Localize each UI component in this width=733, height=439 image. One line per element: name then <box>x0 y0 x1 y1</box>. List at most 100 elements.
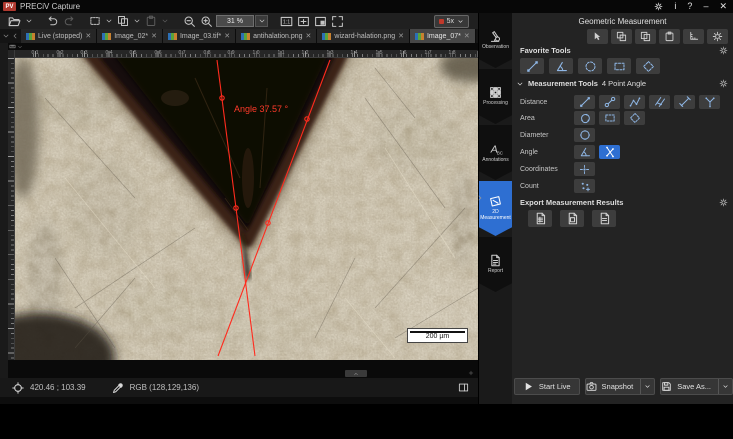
redo-button[interactable] <box>61 14 77 28</box>
distance-branch-tool[interactable] <box>699 95 720 109</box>
crosshair-icon <box>12 382 24 394</box>
fullscreen-button[interactable] <box>329 14 346 28</box>
tab-thumbnail <box>415 33 424 40</box>
export-excel-button[interactable] <box>528 210 552 227</box>
overview-window-button[interactable] <box>312 14 329 28</box>
area-polygon-tool[interactable] <box>574 111 595 125</box>
annotations-icon <box>489 142 503 156</box>
select-region-button[interactable] <box>87 14 103 28</box>
favorite-diamond-tool[interactable] <box>636 58 660 74</box>
tab-image-02[interactable]: Image_02*✕ <box>97 29 163 43</box>
tab-close-icon[interactable]: ✕ <box>151 32 157 40</box>
collapse-panel-button[interactable] <box>345 370 367 377</box>
distance-polyline-tool[interactable] <box>624 95 645 109</box>
angle-4point-tool[interactable] <box>599 145 620 159</box>
area-diamond-tool[interactable] <box>624 111 645 125</box>
angle-3point-tool[interactable] <box>574 145 595 159</box>
start-live-button[interactable]: Start Live <box>514 378 580 395</box>
tab-close-icon[interactable]: ✕ <box>398 32 404 40</box>
processing-grid-icon <box>489 86 502 99</box>
fit-to-window-button[interactable] <box>295 14 312 28</box>
save-as-button[interactable]: Save As... <box>660 378 733 395</box>
tab-thumbnail <box>168 33 177 40</box>
paste-button[interactable] <box>143 14 159 28</box>
distance-point-point-tool[interactable] <box>599 95 620 109</box>
snapshot-button[interactable]: Snapshot <box>585 378 656 395</box>
application-window: PV PRECiV Capture i ? – ✕ 31 % <box>0 0 733 404</box>
tab-scroll-left-icon[interactable] <box>11 32 19 40</box>
specimen-image[interactable]: Angle 37.57 ° 200 µm <box>15 58 478 360</box>
actual-size-button[interactable] <box>278 14 295 28</box>
tab-close-icon[interactable]: ✕ <box>224 32 230 40</box>
diameter-circle-tool[interactable] <box>574 128 595 142</box>
count-tool[interactable] <box>574 179 595 193</box>
favorite-rectangle-tool[interactable] <box>607 58 631 74</box>
measure-copy-button[interactable] <box>611 29 632 44</box>
open-file-chevron-icon[interactable] <box>23 14 35 28</box>
open-file-button[interactable] <box>6 14 23 28</box>
favorite-line-tool[interactable] <box>520 58 544 74</box>
tab-wizard-halation[interactable]: wizard-halation.png✕ <box>317 29 410 43</box>
export-settings-icon[interactable] <box>719 198 728 207</box>
measure-corner-button[interactable] <box>683 29 704 44</box>
paste-chevron-icon[interactable] <box>159 14 171 28</box>
measure-select-button[interactable] <box>587 29 608 44</box>
eyedropper-icon <box>112 382 124 394</box>
side-panel-toggle-icon[interactable] <box>457 382 470 393</box>
zoom-in-button[interactable] <box>198 14 215 28</box>
tab-close-icon[interactable]: ✕ <box>306 32 312 40</box>
export-csv-button[interactable] <box>560 210 584 227</box>
distance-perpendicular-tool[interactable] <box>674 95 695 109</box>
measure-options-button[interactable] <box>707 29 728 44</box>
tab-image-03[interactable]: Image_03.tif*✕ <box>163 29 236 43</box>
nav-2d-measurement[interactable]: 2D Measurement <box>479 181 512 236</box>
measurement-tools-collapse-icon[interactable] <box>516 80 524 88</box>
copy-button[interactable] <box>115 14 131 28</box>
close-button[interactable]: ✕ <box>719 2 727 11</box>
undo-button[interactable] <box>45 14 61 28</box>
tab-image-07[interactable]: Image_07*✕ <box>410 29 476 43</box>
zoom-out-button[interactable] <box>181 14 198 28</box>
info-button[interactable]: i <box>674 2 676 11</box>
favorite-angle-tool[interactable] <box>549 58 573 74</box>
copy-chevron-icon[interactable] <box>131 14 143 28</box>
minimize-button[interactable]: – <box>703 2 708 11</box>
ruler-options-chevron-icon[interactable] <box>17 44 23 50</box>
select-chevron-icon[interactable] <box>103 14 115 28</box>
nav-processing[interactable]: Processing <box>479 69 512 124</box>
viewport-corner-icon[interactable] <box>468 370 474 376</box>
export-file-button[interactable] <box>592 210 616 227</box>
settings-gear-icon[interactable] <box>654 2 663 11</box>
tab-close-icon[interactable]: ✕ <box>85 32 91 40</box>
nav-report[interactable]: Report <box>479 237 512 292</box>
tab-antihalation[interactable]: antihalation.png✕ <box>236 29 317 43</box>
save-as-chevron-icon[interactable] <box>718 379 732 394</box>
image-viewport: 0.1 0.2 0.3 0.4 0.5 0.6 0.7 0.8 0.9 1.0 … <box>8 43 478 378</box>
camera-icon <box>586 381 597 392</box>
report-icon <box>489 254 502 267</box>
coordinates-point-tool[interactable] <box>574 162 595 176</box>
nav-observation[interactable]: Observation <box>479 13 512 68</box>
export-buttons-row <box>528 210 616 227</box>
tab-close-icon[interactable]: ✕ <box>464 32 470 40</box>
zoom-percent-chevron-icon[interactable] <box>255 15 268 27</box>
objective-selector[interactable]: 5x <box>434 15 469 28</box>
ruler-options-icon[interactable] <box>9 43 16 50</box>
favorite-ellipse-tool[interactable] <box>578 58 602 74</box>
tab-list-chevron-icon[interactable] <box>2 32 10 40</box>
distance-parallel-tool[interactable] <box>649 95 670 109</box>
panel-title: Geometric Measurement <box>512 17 733 26</box>
nav-annotations[interactable]: Annotations <box>479 125 512 180</box>
distance-line-tool[interactable] <box>574 95 595 109</box>
favorite-tools-settings-icon[interactable] <box>719 46 728 55</box>
help-button[interactable]: ? <box>687 2 692 11</box>
snapshot-chevron-icon[interactable] <box>640 379 654 394</box>
measure-delete-button[interactable] <box>659 29 680 44</box>
document-tab-bar: Live (stopped)✕ Image_02*✕ Image_03.tif*… <box>0 29 478 43</box>
panel-collapse-arrow-icon[interactable] <box>476 193 484 203</box>
measurement-tools-settings-icon[interactable] <box>719 79 728 88</box>
measure-edit-button[interactable] <box>635 29 656 44</box>
area-rectangle-tool[interactable] <box>599 111 620 125</box>
tab-live[interactable]: Live (stopped)✕ <box>21 29 97 43</box>
zoom-percent-input[interactable]: 31 % <box>216 15 254 27</box>
